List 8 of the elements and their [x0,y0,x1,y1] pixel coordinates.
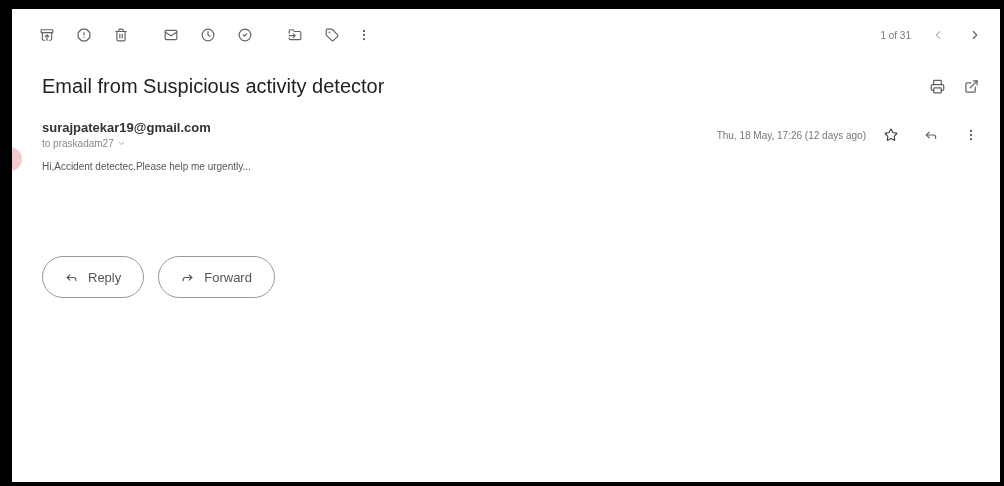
sender-email: surajpatekar19@gmail.com [42,120,212,135]
recipient: to praskadam27 [42,138,114,149]
reply-button[interactable]: Reply [42,256,145,298]
page-count: 1 of 31 [880,29,911,41]
message-body: Hi,Accident detectec.Please help me urgently... [42,161,252,172]
forward-button[interactable]: Forward [158,256,275,298]
email-subject: Email from Suspicious activity detector [42,75,386,98]
message-date: Thu, 18 May, 17:26 (12 days ago) [716,129,866,141]
